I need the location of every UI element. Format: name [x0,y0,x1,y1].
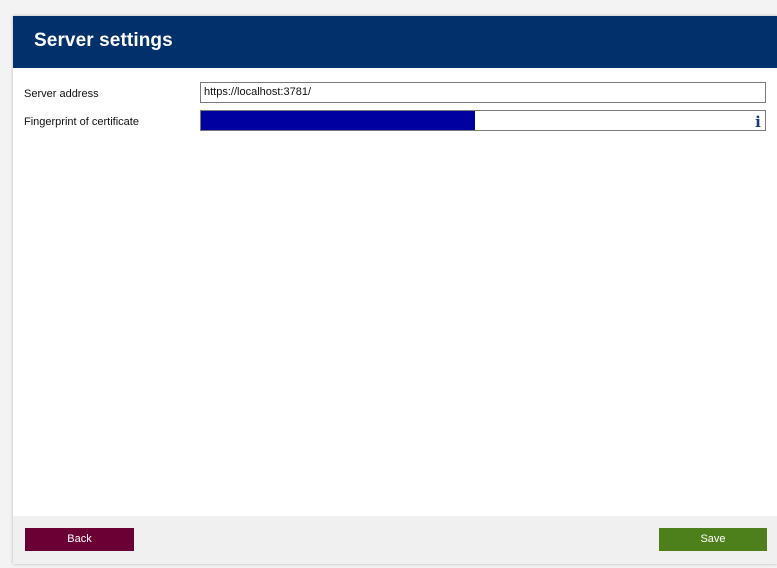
fingerprint-field[interactable] [200,110,766,131]
server-address-label: Server address [24,88,99,100]
info-icon[interactable]: i [753,114,763,130]
header-bar: Server settings [13,16,777,68]
server-address-value: https://localhost:3781/ [204,86,312,98]
back-button[interactable]: Back [25,528,134,551]
save-button[interactable]: Save [659,528,767,551]
server-settings-window: Server settings Server address https://l… [13,16,777,564]
fingerprint-fill [201,111,476,130]
fingerprint-label: Fingerprint of certificate [24,116,139,128]
footer-bar: Back Save [13,516,777,564]
page-title: Server settings [34,30,173,51]
server-address-input[interactable]: https://localhost:3781/ [200,82,766,103]
